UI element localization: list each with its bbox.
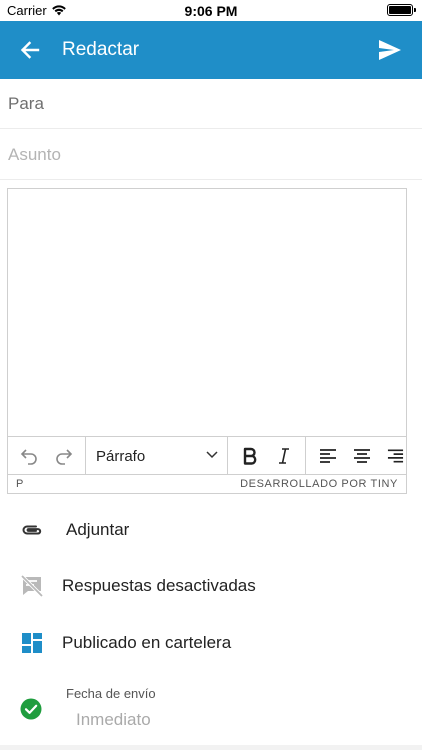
replies-option[interactable]: Respuestas desactivadas (0, 558, 422, 614)
subject-input[interactable] (8, 142, 408, 168)
subject-field (0, 130, 422, 180)
to-input[interactable] (8, 91, 408, 117)
comments-disabled-icon (20, 574, 44, 598)
italic-icon (279, 448, 289, 464)
dashboard-icon (20, 631, 44, 655)
clock: 9:06 PM (184, 3, 238, 19)
align-left-button[interactable] (315, 444, 341, 468)
send-icon (379, 40, 401, 60)
bold-button[interactable] (237, 444, 263, 468)
redo-icon (56, 449, 73, 465)
send-date-caption: Fecha de envío (66, 686, 156, 701)
editor-toolbar: Párrafo (8, 436, 406, 475)
send-date-value[interactable]: Inmediato (76, 710, 151, 730)
battery-icon (387, 4, 416, 16)
block-format-group: Párrafo (86, 437, 228, 475)
send-button[interactable] (374, 34, 406, 66)
attach-option[interactable]: Adjuntar (0, 502, 422, 558)
element-path[interactable]: P (16, 478, 23, 490)
align-right-button[interactable] (383, 444, 404, 468)
alignment-group (306, 437, 406, 475)
undo-icon (20, 449, 37, 465)
align-center-button[interactable] (349, 444, 375, 468)
back-button[interactable] (14, 34, 46, 66)
check-circle-icon (20, 698, 42, 720)
chevron-down-icon (206, 451, 218, 459)
board-option[interactable]: Publicado en cartelera (0, 615, 422, 671)
bottom-edge (0, 745, 422, 750)
italic-button[interactable] (271, 444, 297, 468)
arrow-left-icon (20, 41, 40, 59)
page-title: Redactar (62, 39, 140, 60)
replies-label: Respuestas desactivadas (62, 576, 256, 595)
align-center-icon (354, 449, 370, 463)
powered-by-link[interactable]: DESARROLLADO POR TINY (240, 478, 398, 490)
editor-statusbar: P DESARROLLADO POR TINY (8, 475, 406, 493)
align-right-icon (387, 449, 404, 463)
block-format-select[interactable]: Párrafo (96, 446, 218, 466)
to-field (0, 79, 422, 129)
undo-button[interactable] (16, 444, 42, 468)
paperclip-icon (20, 518, 44, 542)
bold-icon (243, 447, 257, 465)
attach-label: Adjuntar (66, 520, 130, 539)
align-left-icon (320, 449, 336, 463)
rich-text-editor: Párrafo P DESARROLLADO POR TINY (7, 188, 407, 494)
board-label: Publicado en cartelera (62, 633, 232, 652)
editor-content-area[interactable] (8, 189, 406, 436)
app-bar: Redactar (0, 21, 422, 79)
history-group (8, 437, 86, 475)
text-style-group (228, 437, 306, 475)
redo-button[interactable] (51, 444, 77, 468)
block-format-label: Párrafo (96, 448, 146, 465)
status-bar: Carrier 9:06 PM (0, 0, 422, 21)
